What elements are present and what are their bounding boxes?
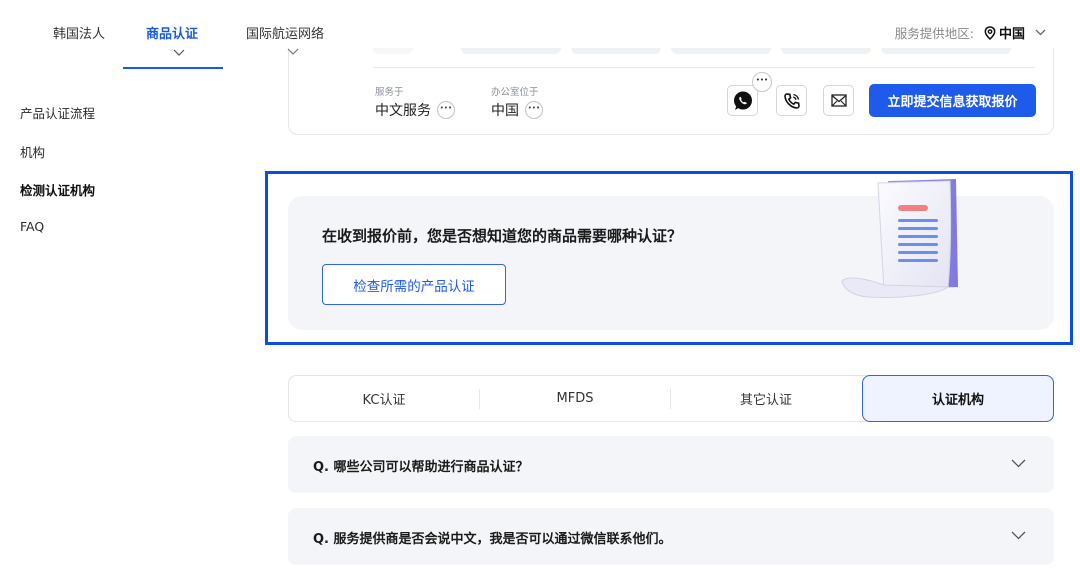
call-button[interactable] (776, 85, 807, 116)
mail-icon (830, 94, 847, 107)
active-tab-underline (123, 67, 223, 69)
tab-other-certification[interactable]: 其它认证 (671, 376, 861, 421)
phone-icon (783, 92, 800, 109)
whatsapp-icon (733, 91, 752, 110)
nav-tab-shipping-network[interactable]: 国际航运网络 (246, 23, 324, 42)
top-nav: 韩国法人 商品认证 国际航运网络 服务提供地区: 中国 (0, 0, 1080, 48)
chevron-down-icon (1011, 459, 1026, 468)
region-label: 服务提供地区: (894, 26, 974, 41)
sidebar-item-institutions[interactable]: 机构 (20, 142, 45, 161)
tab-certification-bodies[interactable]: 认证机构 (862, 375, 1054, 422)
sidebar-item-cert-process[interactable]: 产品认证流程 (20, 103, 95, 122)
chevron-down-icon[interactable] (173, 49, 185, 57)
region-selector[interactable]: 服务提供地区: 中国 (895, 23, 1046, 42)
sidebar-item-testing-bodies[interactable]: 检测认证机构 (20, 180, 95, 199)
office-value: 中国 (491, 100, 543, 120)
tab-mfds[interactable]: MFDS (480, 376, 670, 421)
sidebar-item-faq[interactable]: FAQ (20, 219, 44, 234)
more-icon[interactable] (525, 101, 543, 119)
email-button[interactable] (823, 85, 854, 116)
divider (373, 67, 1035, 68)
more-icon[interactable] (752, 72, 772, 92)
office-value-text: 中国 (491, 103, 519, 119)
office-label: 办公室位于 (491, 87, 539, 98)
more-icon[interactable] (437, 101, 455, 119)
chevron-down-icon[interactable] (287, 48, 299, 56)
service-value-text: 中文服务 (375, 103, 431, 119)
faq-item[interactable]: Q. 哪些公司可以帮助进行商品认证？ (288, 436, 1054, 493)
nav-tab-product-certification[interactable]: 商品认证 (146, 23, 198, 42)
cert-tabs: KC认证 MFDS 其它认证 认证机构 (288, 375, 1054, 422)
faq-question: Q. 哪些公司可以帮助进行商品认证？ (313, 460, 529, 475)
highlight-frame (265, 171, 1073, 345)
service-value: 中文服务 (375, 100, 455, 120)
request-quote-button[interactable]: 立即提交信息获取报价 (869, 84, 1036, 117)
service-label: 服务于 (375, 87, 404, 98)
chevron-down-icon (1011, 531, 1026, 540)
tab-kc-certification[interactable]: KC认证 (289, 376, 479, 421)
whatsapp-button[interactable] (727, 85, 758, 116)
chevron-down-icon (1035, 29, 1046, 36)
provider-card: 服务于 中文服务 办公室位于 中国 立即提交信息获取报价 (287, 38, 1054, 135)
faq-question: Q. 服务提供商是否会说中文，我是否可以通过微信联系他们。 (313, 532, 672, 547)
nav-tab-korea-entity[interactable]: 韩国法人 (53, 23, 105, 42)
faq-item[interactable]: Q. 服务提供商是否会说中文，我是否可以通过微信联系他们。 (288, 508, 1054, 565)
region-value: 中国 (998, 27, 1025, 42)
location-pin-icon (984, 25, 996, 40)
